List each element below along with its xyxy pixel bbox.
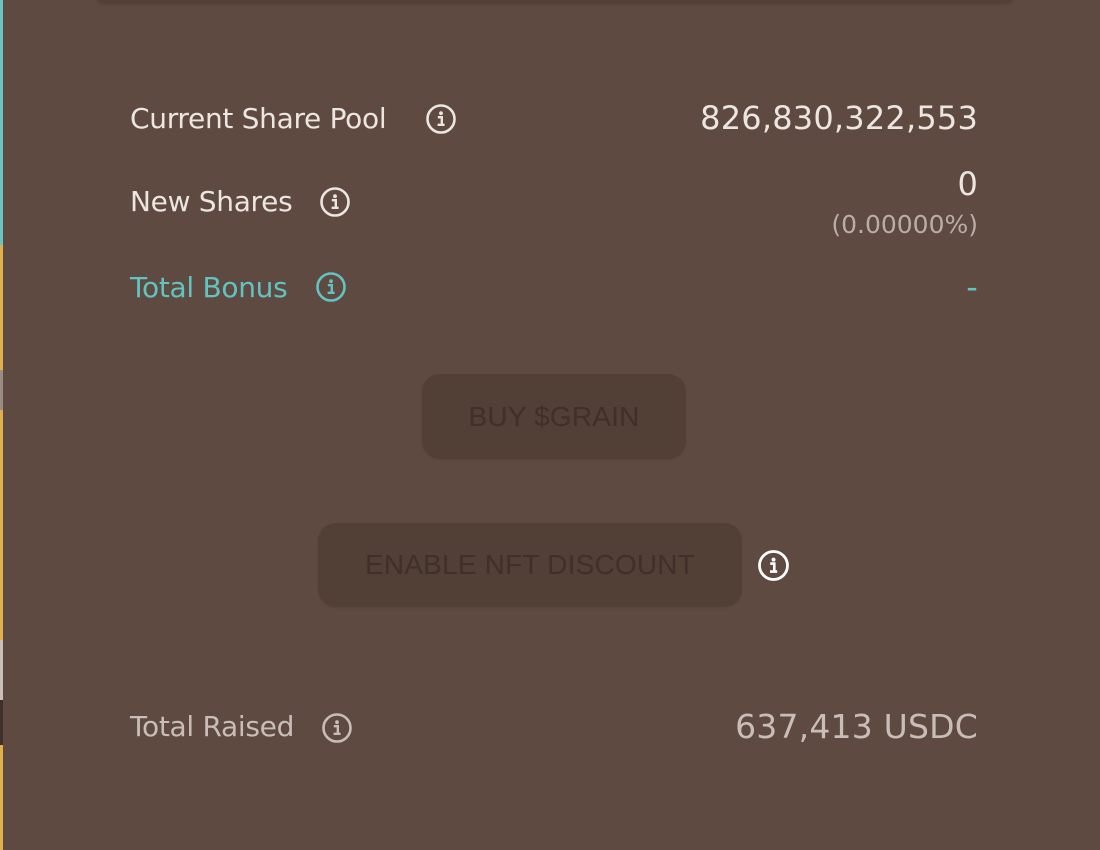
current-share-pool-value: 826,830,322,553 [700,99,978,137]
total-raised-label: Total Raised [130,710,295,743]
total-raised-row: Total Raised 637,413 USDC [130,709,978,759]
buy-grain-button[interactable]: BUY $GRAIN [422,374,686,459]
total-raised-value: 637,413 USDC [735,707,978,746]
info-icon[interactable] [425,103,457,135]
new-shares-value: 0 [957,165,978,203]
top-card-edge [96,0,1014,2]
info-icon[interactable] [757,549,790,582]
left-edge-strip [0,0,3,850]
new-shares-row: New Shares 0 (0.00000%) [130,166,978,246]
info-icon[interactable] [321,712,353,744]
new-shares-percent: (0.00000%) [831,210,978,239]
enable-nft-discount-button[interactable]: ENABLE NFT DISCOUNT [318,523,742,607]
total-bonus-row: Total Bonus - [130,269,978,319]
current-share-pool-row: Current Share Pool 826,830,322,553 [130,100,978,150]
current-share-pool-label: Current Share Pool [130,102,387,135]
new-shares-label: New Shares [130,185,293,218]
info-icon[interactable] [319,186,351,218]
info-icon[interactable] [315,271,347,303]
total-bonus-label: Total Bonus [130,271,288,304]
total-bonus-value: - [966,268,978,306]
